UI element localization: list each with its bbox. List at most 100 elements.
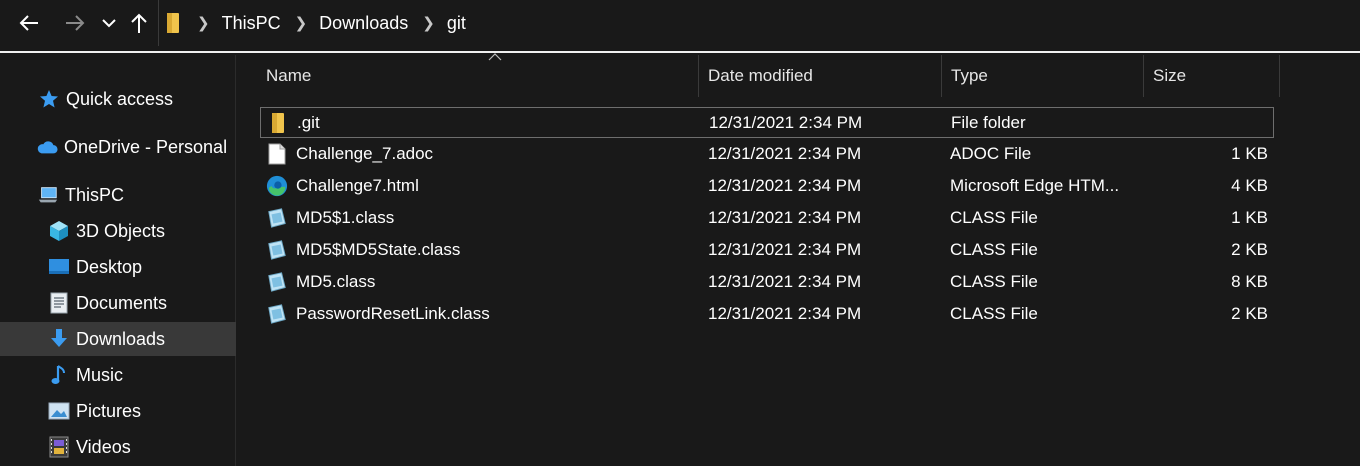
sidebar-item-label: Documents	[76, 292, 168, 313]
divider	[0, 51, 1360, 53]
file-name: MD5$1.class	[296, 207, 395, 227]
file-date: 12/31/2021 2:34 PM	[708, 303, 862, 323]
up-arrow-icon	[131, 13, 147, 33]
file-name: Challenge_7.adoc	[296, 143, 434, 163]
cube-icon	[48, 220, 70, 242]
file-name: PasswordResetLink.class	[296, 303, 490, 323]
file-type: CLASS File	[950, 207, 1038, 227]
breadcrumb-git[interactable]: git	[447, 13, 466, 34]
file-size: 1 KB	[1231, 207, 1268, 227]
column-header-type[interactable]: Type	[941, 55, 1144, 97]
file-row[interactable]: Challenge_7.adoc 12/31/2021 2:34 PM ADOC…	[260, 139, 1274, 170]
chevron-right-icon: ❯	[197, 14, 210, 32]
sidebar-item-label: Desktop	[76, 256, 143, 277]
class-file-icon	[266, 270, 288, 294]
column-header-size[interactable]: Size	[1143, 55, 1280, 97]
file-type: ADOC File	[950, 143, 1032, 163]
chevron-right-icon: ❯	[422, 14, 435, 32]
breadcrumb-thispc[interactable]: ThisPC	[222, 13, 281, 34]
column-header-label: Size	[1153, 66, 1187, 85]
file-name: MD5.class	[296, 271, 376, 291]
back-button[interactable]	[14, 8, 44, 38]
file-row[interactable]: Challenge7.html 12/31/2021 2:34 PM Micro…	[260, 171, 1274, 202]
file-name-cell: PasswordResetLink.class	[266, 299, 490, 328]
file-type: CLASS File	[950, 303, 1038, 323]
file-name-cell: Challenge_7.adoc	[266, 139, 433, 168]
chevron-down-icon	[102, 19, 116, 28]
sort-caret-icon	[488, 53, 502, 61]
sidebar-item-label: Pictures	[76, 400, 142, 421]
file-date: 12/31/2021 2:34 PM	[708, 175, 862, 195]
navigation-pane: Quick access OneDrive - Personal ThisPC …	[0, 55, 281, 466]
document-icon	[48, 292, 70, 314]
file-name-cell: MD5.class	[266, 267, 375, 296]
class-file-icon	[266, 206, 288, 230]
file-name-cell: .git	[267, 108, 320, 137]
column-header-label: Date modified	[708, 66, 813, 85]
sidebar-item-label: OneDrive - Personal	[64, 136, 228, 157]
desktop-icon	[48, 256, 70, 278]
computer-icon	[37, 184, 59, 206]
folder-icon	[267, 111, 289, 135]
file-row[interactable]: MD5$1.class 12/31/2021 2:34 PM CLASS Fil…	[260, 203, 1274, 234]
file-size: 1 KB	[1231, 143, 1268, 163]
up-button[interactable]	[124, 8, 154, 38]
file-size: 2 KB	[1231, 303, 1268, 323]
file-date: 12/31/2021 2:34 PM	[708, 143, 862, 163]
file-type: Microsoft Edge HTM...	[950, 175, 1120, 195]
edge-icon	[266, 174, 288, 198]
sidebar-item-label: Downloads	[76, 328, 166, 349]
file-date: 12/31/2021 2:34 PM	[708, 207, 862, 227]
file-size: 2 KB	[1231, 239, 1268, 259]
file-name: MD5$MD5State.class	[296, 239, 461, 259]
chevron-right-icon: ❯	[294, 14, 308, 32]
sidebar-item-quick-access[interactable]: Quick access	[0, 82, 271, 116]
film-icon	[48, 436, 70, 458]
file-type: CLASS File	[950, 239, 1038, 259]
file-row[interactable]: PasswordResetLink.class 12/31/2021 2:34 …	[260, 299, 1274, 330]
column-header-name[interactable]: Name	[256, 53, 699, 97]
download-icon	[48, 328, 70, 350]
sidebar-item-label: Quick access	[66, 88, 174, 109]
file-list: Name Date modified Type Size .git 12/31/…	[236, 53, 1360, 466]
file-size	[1161, 108, 1269, 137]
file-name: .git	[297, 112, 320, 132]
navigation-bar: ❯ ThisPC ❯ Downloads ❯ git	[0, 0, 1360, 50]
column-header-date[interactable]: Date modified	[698, 55, 942, 97]
file-name-cell: MD5$MD5State.class	[266, 235, 460, 264]
class-file-icon	[266, 238, 288, 262]
sidebar-item-label: Music	[76, 364, 124, 385]
file-date: 12/31/2021 2:34 PM	[708, 271, 862, 291]
file-size: 4 KB	[1231, 175, 1268, 195]
sidebar-item-label: ThisPC	[65, 184, 125, 205]
sidebar-item-onedrive[interactable]: OneDrive - Personal	[0, 130, 269, 164]
file-row[interactable]: MD5.class 12/31/2021 2:34 PM CLASS File …	[260, 267, 1274, 298]
breadcrumb-downloads[interactable]: Downloads	[319, 13, 408, 34]
blank-file-icon	[266, 142, 288, 166]
column-header-label: Type	[951, 66, 988, 85]
cloud-icon	[36, 136, 58, 158]
back-arrow-icon	[19, 15, 38, 31]
file-name: Challenge7.html	[296, 175, 419, 195]
sidebar-item-label: 3D Objects	[76, 220, 166, 241]
music-note-icon	[48, 364, 70, 386]
file-size: 8 KB	[1231, 271, 1268, 291]
folder-icon	[165, 12, 183, 34]
forward-arrow-icon	[66, 15, 85, 31]
address-bar[interactable]: ❯ ThisPC ❯ Downloads ❯ git	[158, 0, 1360, 46]
file-date: 12/31/2021 2:34 PM	[709, 112, 863, 132]
file-date: 12/31/2021 2:34 PM	[708, 239, 862, 259]
class-file-icon	[266, 302, 288, 326]
star-icon	[38, 88, 60, 110]
file-name-cell: MD5$1.class	[266, 203, 394, 232]
recent-locations-button[interactable]	[94, 8, 124, 38]
file-type: CLASS File	[950, 271, 1038, 291]
sidebar-item-thispc[interactable]: ThisPC	[0, 178, 270, 212]
file-row[interactable]: .git 12/31/2021 2:34 PM File folder	[260, 107, 1274, 138]
file-type: File folder	[951, 112, 1026, 132]
pictures-icon	[48, 400, 70, 422]
sidebar-item-label: Videos	[76, 436, 131, 457]
forward-button[interactable]	[60, 8, 90, 38]
file-name-cell: Challenge7.html	[266, 171, 419, 200]
file-row[interactable]: MD5$MD5State.class 12/31/2021 2:34 PM CL…	[260, 235, 1274, 266]
